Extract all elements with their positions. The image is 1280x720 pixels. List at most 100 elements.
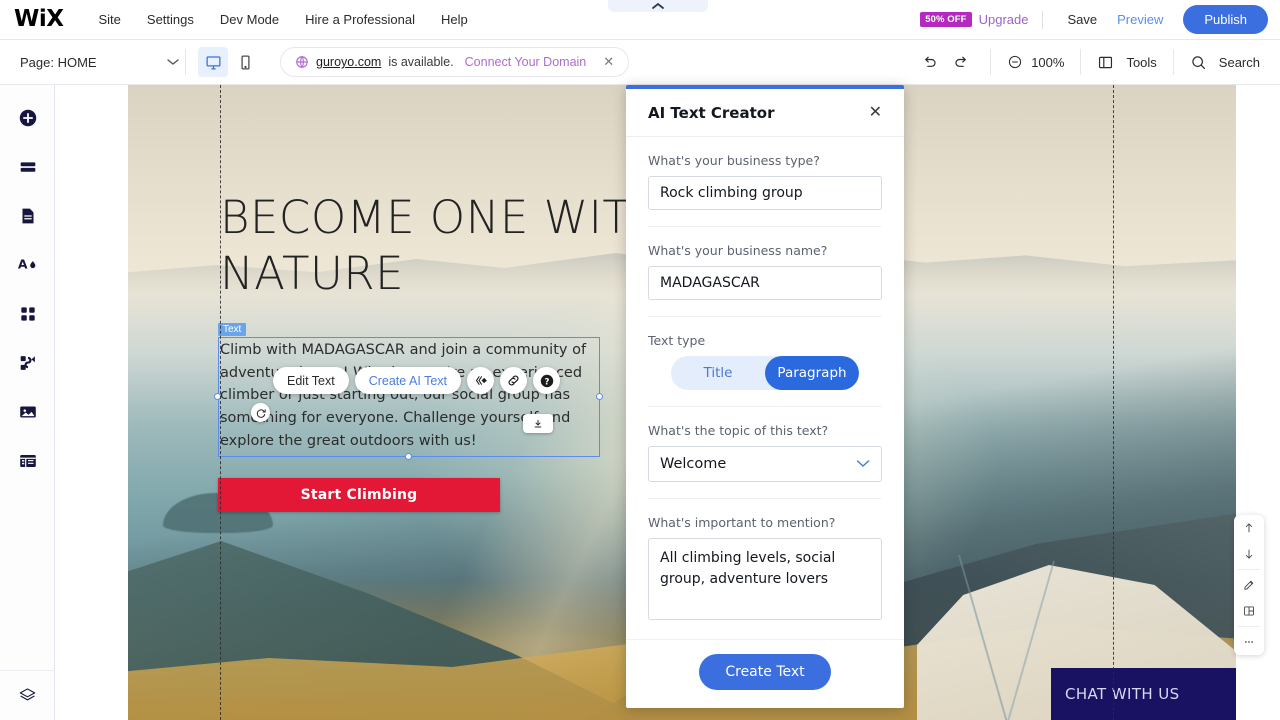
sidebar-item-my-business[interactable]	[0, 338, 55, 387]
chevron-up-icon	[652, 2, 664, 9]
element-type-tag: Text	[218, 323, 247, 336]
sidebar-item-site-pages[interactable]	[0, 191, 55, 240]
sidebar-item-app-market[interactable]	[0, 289, 55, 338]
top-bar-actions: 50% OFF Upgrade Save Preview Publish	[920, 0, 1280, 40]
drag-down-icon	[534, 419, 542, 427]
domain-status: is available.	[388, 55, 454, 69]
redo-icon	[955, 56, 966, 67]
zoom-group[interactable]: 100%	[991, 49, 1080, 75]
redo-button[interactable]	[948, 49, 974, 75]
page-selector[interactable]: Page: HOME	[20, 53, 185, 71]
publish-button[interactable]: Publish	[1183, 5, 1268, 34]
topic-label: What's the topic of this text?	[648, 423, 829, 438]
sidebar-item-content-manager[interactable]	[0, 436, 55, 485]
topic-select[interactable]: Welcome	[648, 446, 882, 482]
save-button[interactable]: Save	[1057, 12, 1107, 27]
edit-section-button[interactable]	[1234, 572, 1264, 598]
domain-name[interactable]: guroyo.com	[316, 55, 381, 69]
tools-label: Tools	[1126, 54, 1157, 70]
device-switcher	[186, 47, 272, 77]
business-name-field: What's your business name?	[648, 226, 882, 300]
undo-button[interactable]	[916, 49, 942, 75]
rotate-icon	[256, 408, 266, 418]
ai-panel-body: What's your business type? What's your b…	[626, 137, 904, 639]
text-type-option-title[interactable]: Title	[671, 356, 765, 390]
zoom-level: 100%	[1031, 54, 1065, 70]
business-type-input[interactable]	[648, 176, 882, 210]
business-name-input[interactable]	[648, 266, 882, 300]
move-up-button[interactable]	[1234, 515, 1264, 541]
sidebar-item-add-elements[interactable]	[0, 93, 55, 142]
more-actions-button[interactable]	[1234, 629, 1264, 655]
menu-item-settings[interactable]: Settings	[134, 0, 207, 40]
text-type-option-paragraph[interactable]: Paragraph	[765, 356, 859, 390]
search-icon	[1192, 55, 1205, 69]
media-image-icon	[19, 406, 36, 417]
link-icon	[508, 375, 519, 386]
close-icon[interactable]: ✕	[603, 54, 614, 70]
my-business-icon	[20, 355, 35, 370]
left-guide-line	[220, 85, 221, 720]
second-bar-tools: 100% Tools Search	[900, 40, 1280, 85]
sidebar-item-site-design[interactable]: A	[0, 240, 55, 289]
sidebar-bottom-group	[0, 670, 55, 720]
pages-icon	[22, 208, 33, 223]
chevron-down-icon	[167, 53, 179, 71]
create-text-button[interactable]: Create Text	[699, 654, 831, 690]
arrow-down-icon	[1245, 549, 1253, 559]
resize-handle-bottom[interactable]	[405, 453, 412, 460]
sidebar-item-add-section[interactable]	[0, 142, 55, 191]
wix-logo[interactable]: WiX	[14, 8, 64, 31]
link-button[interactable]	[500, 367, 528, 394]
menu-item-site[interactable]: Site	[86, 0, 134, 40]
change-layout-button[interactable]	[1234, 598, 1264, 624]
layout-icon	[1244, 606, 1254, 616]
animation-button[interactable]	[467, 367, 495, 394]
second-bar: Page: HOME guroyo.com is available. Conn…	[0, 40, 1280, 85]
ai-panel-title: AI Text Creator	[648, 103, 775, 122]
business-name-label: What's your business name?	[648, 243, 828, 258]
start-climbing-button[interactable]: Start Climbing	[218, 478, 500, 512]
hero-body-text[interactable]: Climb with MADAGASCAR and join a communi…	[220, 339, 600, 453]
ai-text-creator-panel: AI Text Creator ✕ What's your business t…	[626, 85, 904, 708]
svg-text:?: ?	[544, 376, 549, 386]
zoom-out-icon[interactable]	[1007, 54, 1023, 70]
help-button[interactable]: ?	[533, 367, 561, 394]
collapse-handle[interactable]	[608, 0, 708, 12]
move-down-button[interactable]	[1234, 541, 1264, 567]
panel-layout-icon	[1099, 56, 1113, 68]
chat-widget[interactable]: CHAT WITH US	[1051, 668, 1236, 720]
menu-item-hire-a-professional[interactable]: Hire a Professional	[292, 0, 428, 40]
create-ai-text-button[interactable]: Create AI Text	[354, 367, 462, 394]
rotate-handle[interactable]	[251, 403, 270, 422]
element-toolbar: Edit Text Create AI Text ?	[273, 367, 561, 394]
search-button[interactable]: Search	[1174, 49, 1280, 75]
resize-handle-right[interactable]	[596, 393, 603, 400]
divider	[1042, 10, 1044, 29]
sections-icon	[20, 161, 35, 172]
preview-button[interactable]: Preview	[1107, 12, 1173, 27]
desktop-icon	[205, 55, 221, 70]
connect-domain-link[interactable]: Connect Your Domain	[465, 55, 587, 69]
mention-textarea[interactable]	[648, 538, 882, 620]
pencil-icon	[1244, 580, 1254, 590]
edit-text-button[interactable]: Edit Text	[273, 367, 349, 394]
topic-field: What's the topic of this text? Welcome	[648, 406, 882, 482]
desktop-view-button[interactable]	[198, 47, 228, 77]
sidebar-item-media-manager[interactable]	[0, 387, 55, 436]
more-dots-icon	[1245, 641, 1253, 643]
chevron-down-icon	[856, 455, 870, 473]
history-group	[900, 49, 990, 75]
close-icon[interactable]: ✕	[869, 104, 882, 121]
divider	[1238, 626, 1260, 627]
upgrade-link[interactable]: Upgrade	[979, 12, 1029, 27]
business-type-field: What's your business type?	[648, 137, 882, 210]
mobile-icon	[240, 54, 250, 70]
drag-handle[interactable]	[523, 414, 553, 433]
sidebar-item-layers[interactable]	[0, 671, 55, 720]
mobile-view-button[interactable]	[230, 47, 260, 77]
menu-item-dev-mode[interactable]: Dev Mode	[207, 0, 292, 40]
tools-button[interactable]: Tools	[1081, 49, 1172, 75]
menu-item-help[interactable]: Help	[428, 0, 481, 40]
divider	[1238, 569, 1260, 570]
